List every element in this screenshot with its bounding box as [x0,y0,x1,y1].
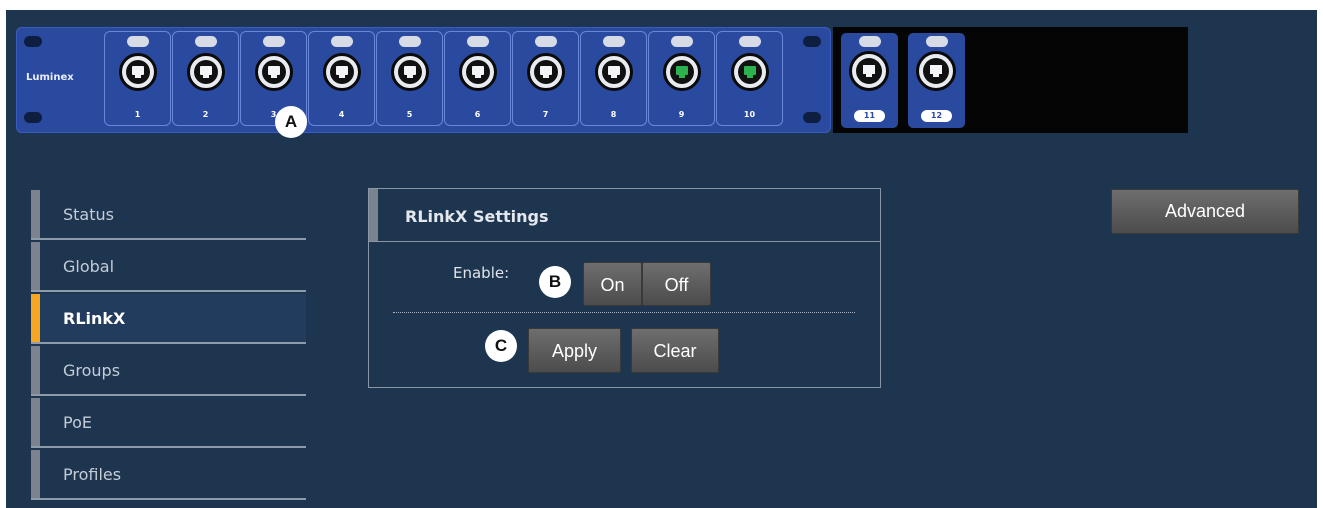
ethernet-port-icon [459,53,497,91]
advanced-button[interactable]: Advanced [1111,189,1299,234]
port-7[interactable]: 7 [512,31,579,126]
enable-off-button[interactable]: Off [642,262,711,306]
port-number: 10 [743,110,756,119]
apply-button[interactable]: Apply [528,328,621,373]
port-5[interactable]: 5 [376,31,443,126]
sfp-panel: 11 12 [833,27,1188,133]
ethernet-port-icon [255,53,293,91]
port-number: 7 [542,110,549,119]
sidebar-item-poe[interactable]: PoE [31,398,306,448]
port-led-icon [671,36,693,47]
ethernet-port-icon [916,51,956,91]
app-window: Luminex 1 2 3 4 5 6 7 8 9 10 11 12 A Status Global R… [6,10,1317,508]
port-1[interactable]: 1 [104,31,171,126]
header-accent-bar [369,189,378,241]
port-led-icon [535,36,557,47]
sidebar-item-groups[interactable]: Groups [31,346,306,396]
port-number: 4 [338,110,345,119]
ethernet-port-icon [527,53,565,91]
port-led-icon [467,36,489,47]
port-led-icon [127,36,149,47]
sidebar-item-status[interactable]: Status [31,190,306,240]
ethernet-port-icon [119,53,157,91]
port-number: 9 [678,110,685,119]
port-led-icon [926,36,948,47]
port-8[interactable]: 8 [580,31,647,126]
port-led-icon [263,36,285,47]
settings-header: RLinkX Settings [369,189,880,242]
enable-label: Enable: [453,264,510,282]
callout-c: C [485,330,517,362]
port-number: 8 [610,110,617,119]
port-led-icon [603,36,625,47]
sidebar-item-marker [31,398,40,446]
port-number: 2 [202,110,209,119]
sidebar-item-label: Global [63,257,115,276]
sidebar-item-marker [31,450,40,498]
port-number: 6 [474,110,481,119]
sidebar-item-label: Profiles [63,465,122,484]
sidebar-item-label: Groups [63,361,121,380]
callout-b: B [539,266,571,298]
mount-hole-icon [803,36,821,47]
sidebar-item-label: PoE [63,413,92,432]
sfp-port-12[interactable]: 12 [908,33,965,128]
port-4[interactable]: 4 [308,31,375,126]
port-number: 1 [134,110,141,119]
port-9[interactable]: 9 [648,31,715,126]
switch-front-panel: Luminex 1 2 3 4 5 6 7 8 9 10 [16,27,831,133]
sidebar-item-label: Status [63,205,114,224]
sidebar-item-marker [31,242,40,290]
sidebar-item-marker [31,294,40,342]
rlinkx-settings-panel: RLinkX Settings Enable: B On Off C Apply… [368,188,881,388]
ethernet-port-icon [849,51,889,91]
sidebar-item-rlinkx[interactable]: RLinkX [31,294,306,344]
ethernet-port-icon [595,53,633,91]
port-number: 12 [921,110,952,122]
settings-title: RLinkX Settings [405,207,549,226]
ethernet-port-icon [187,53,225,91]
port-led-icon [195,36,217,47]
ethernet-port-icon [323,53,361,91]
brand-logo: Luminex [26,72,74,83]
port-6[interactable]: 6 [444,31,511,126]
ethernet-port-icon [731,53,769,91]
sidebar-item-profiles[interactable]: Profiles [31,450,306,500]
port-number: 11 [854,110,885,122]
clear-button[interactable]: Clear [631,328,719,373]
settings-divider [393,312,855,313]
sidebar-item-global[interactable]: Global [31,242,306,292]
port-led-icon [331,36,353,47]
enable-on-button[interactable]: On [583,262,642,306]
callout-a: A [275,106,307,138]
port-number: 5 [406,110,413,119]
ethernet-port-icon [663,53,701,91]
port-10[interactable]: 10 [716,31,783,126]
mount-hole-icon [24,36,42,47]
sidebar-item-label: RLinkX [63,309,126,328]
sidebar-nav: Status Global RLinkX Groups PoE Profiles [31,190,306,502]
port-led-icon [399,36,421,47]
port-led-icon [739,36,761,47]
mount-hole-icon [803,112,821,123]
port-2[interactable]: 2 [172,31,239,126]
port-led-icon [859,36,881,47]
ethernet-port-icon [391,53,429,91]
sidebar-item-marker [31,346,40,394]
mount-hole-icon [24,112,42,123]
sfp-port-11[interactable]: 11 [841,33,898,128]
sidebar-item-marker [31,190,40,238]
